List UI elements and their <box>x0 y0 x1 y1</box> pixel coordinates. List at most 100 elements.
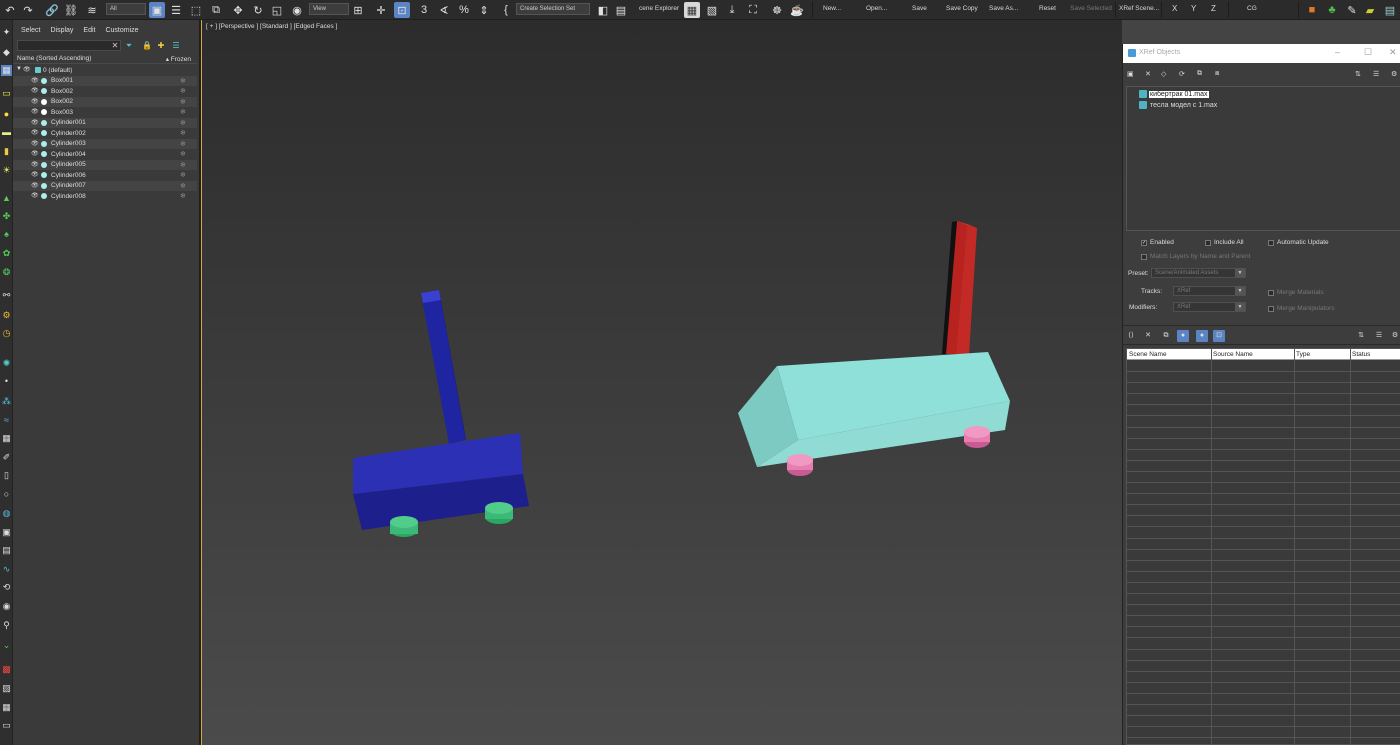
layers-icon[interactable]: ▤ <box>1 545 12 556</box>
tree-row[interactable]: 👁 Box003 ❄ <box>13 107 197 118</box>
xref-scene-button[interactable]: XRef Scene... <box>1119 5 1159 12</box>
visibility-eye-icon[interactable]: 👁 <box>31 98 39 105</box>
close-icon[interactable]: ✕ <box>1389 47 1397 58</box>
spiral-icon[interactable]: ❂ <box>1 267 12 278</box>
filter-objects-icon[interactable]: ● <box>1177 330 1189 342</box>
open-button[interactable]: Open... <box>866 5 887 12</box>
layout-icon[interactable]: ▣ <box>1 527 12 538</box>
bind-spacewarp-icon[interactable]: ≋ <box>84 2 100 18</box>
freeze-icon[interactable]: ❄ <box>180 182 186 190</box>
menu-display[interactable]: Display <box>50 27 73 34</box>
tracks-dropdown[interactable]: XRef ▼ <box>1173 286 1246 296</box>
image-icon[interactable]: ▨ <box>1 683 12 694</box>
remove-xref-icon[interactable]: ✕ <box>1145 70 1151 78</box>
wave-icon[interactable]: ≈ <box>1 415 12 426</box>
z-axis-button[interactable]: Z <box>1211 4 1216 13</box>
tree-row[interactable]: 👁 Cylinder002 ❄ <box>13 128 197 139</box>
include-all-checkbox[interactable]: Include All <box>1205 239 1244 246</box>
sort-icon[interactable]: ⇅ <box>1355 70 1361 78</box>
maximize-icon[interactable]: ☐ <box>1364 47 1372 58</box>
list-view-icon[interactable]: ☰ <box>1373 70 1379 78</box>
save-button[interactable]: Save <box>912 5 927 12</box>
scene-explorer-button[interactable]: cene Explorer <box>639 5 679 12</box>
render-setup-icon[interactable]: ☕ <box>789 2 805 18</box>
freeze-icon[interactable]: ❄ <box>180 108 186 116</box>
entity-view-icon[interactable]: ☰ <box>1373 330 1385 342</box>
clock-icon[interactable]: ◷ <box>1 328 12 339</box>
visibility-eye-icon[interactable]: 👁 <box>31 129 39 136</box>
add-xref-icon[interactable]: ▣ <box>1127 70 1134 78</box>
menu-select[interactable]: Select <box>21 27 40 34</box>
scale-icon[interactable]: ◱ <box>269 2 285 18</box>
tools-icon[interactable]: ✎ <box>1346 2 1358 18</box>
select-manipulate-icon[interactable]: ✛ <box>373 2 389 18</box>
angle-snap-icon[interactable]: ∢ <box>436 2 452 18</box>
freeze-icon[interactable]: ❄ <box>180 192 186 200</box>
visibility-eye-icon[interactable]: 👁 <box>31 87 39 94</box>
entity-settings-icon[interactable]: ⚙ <box>1389 330 1400 342</box>
freeze-icon[interactable]: ❄ <box>180 129 186 137</box>
unlink-icon[interactable]: ⛓ <box>63 2 79 18</box>
plugin-tree-icon[interactable]: ♣ <box>1326 2 1338 18</box>
palette-icon[interactable]: ▦ <box>1 702 12 713</box>
lock-icon[interactable]: 🔒 <box>142 41 152 51</box>
save-selected-button[interactable]: Save Selected <box>1070 5 1112 12</box>
save-as-button[interactable]: Save As... <box>989 5 1018 12</box>
loop-icon[interactable]: ⟲ <box>1 582 12 593</box>
render-frame-icon[interactable]: ▩ <box>1 664 12 675</box>
freeze-icon[interactable]: ❄ <box>180 150 186 158</box>
pivot-center-icon[interactable]: ⊞ <box>351 2 365 18</box>
y-axis-button[interactable]: Y <box>1191 4 1196 13</box>
tree-row[interactable]: 👁 Cylinder008 ❄ <box>13 191 197 202</box>
layers-stack-icon[interactable]: ☰ <box>171 41 181 51</box>
visibility-eye-icon[interactable]: 👁 <box>31 171 39 178</box>
entity-list-icon[interactable]: ⟨⟩ <box>1125 330 1137 342</box>
col-source-name[interactable]: Source Name <box>1213 351 1253 358</box>
chevrons-down-icon[interactable]: ⌄ <box>1 640 12 651</box>
create-panel-icon[interactable]: ✦ <box>1 27 12 38</box>
convert-icon[interactable]: ⧈ <box>1215 70 1219 78</box>
reset-button[interactable]: Reset <box>1039 5 1056 12</box>
checkbox-box[interactable] <box>1205 239 1211 246</box>
layer-row-default[interactable]: ▼ 👁 0 (default) <box>13 65 197 76</box>
remove-entity-icon[interactable]: ✕ <box>1142 330 1154 342</box>
visibility-eye-icon[interactable]: 👁 <box>31 119 39 126</box>
eye-tool-icon[interactable]: ◉ <box>1 601 12 612</box>
display-panel-icon[interactable]: ● <box>1 109 12 120</box>
tree-row[interactable]: 👁 Cylinder004 ❄ <box>13 149 197 160</box>
gear-green-icon[interactable]: ✿ <box>1 248 12 259</box>
visibility-eye-icon[interactable]: 👁 <box>31 182 39 189</box>
blue-model[interactable] <box>353 290 529 537</box>
edit-named-selection-icon[interactable]: { <box>499 2 513 18</box>
file-icon[interactable]: ▯ <box>1 470 12 481</box>
percent-snap-icon[interactable]: % <box>456 2 472 18</box>
motion-panel-icon[interactable]: ▭ <box>1 88 12 99</box>
tree-row[interactable]: 👁 Cylinder007 ❄ <box>13 180 197 191</box>
particle-icon[interactable]: ⁂ <box>1 396 12 407</box>
redo-icon[interactable]: ↷ <box>21 2 35 18</box>
window-crossing-icon[interactable]: ⧉ <box>208 2 224 18</box>
modifiers-dropdown[interactable]: XRef ▼ <box>1173 302 1246 312</box>
viewport-canvas[interactable] <box>202 20 1122 745</box>
sort-entities-icon[interactable]: ⇅ <box>1355 330 1367 342</box>
plugin-yellow-icon[interactable]: ▰ <box>1364 2 1376 18</box>
spinner-snap-icon[interactable]: ⇕ <box>476 2 492 18</box>
clear-search-icon[interactable]: ✕ <box>110 41 120 51</box>
visibility-eye-icon[interactable]: 👁 <box>23 66 31 73</box>
enabled-checkbox[interactable]: ✓ Enabled <box>1141 239 1174 246</box>
scene-search-input[interactable] <box>17 40 121 51</box>
checkbox-box[interactable]: ✓ <box>1141 239 1147 246</box>
tree-row[interactable]: 👁 Box001 ❄ <box>13 75 197 86</box>
column-frozen-header[interactable]: ▴ Frozen <box>166 55 191 63</box>
merge-manipulators-checkbox[interactable]: Merge Manipulators <box>1268 305 1334 312</box>
visibility-eye-icon[interactable]: 👁 <box>31 150 39 157</box>
col-scene-name[interactable]: Scene Name <box>1129 351 1167 358</box>
plugin-orange-icon[interactable]: ■ <box>1306 2 1318 18</box>
match-layers-checkbox[interactable]: Match Layers by Name and Parent <box>1141 253 1250 260</box>
selection-filter-dropdown[interactable]: All <box>106 3 146 15</box>
select-object-icon[interactable]: ▣ <box>149 2 165 18</box>
cyan-model[interactable] <box>738 221 1010 476</box>
merge-materials-checkbox[interactable]: Merge Materials <box>1268 289 1324 296</box>
schematic-view-icon[interactable]: ⛶ <box>745 2 761 18</box>
preset-dropdown[interactable]: Scene/Animated Assets ▼ <box>1151 268 1246 278</box>
